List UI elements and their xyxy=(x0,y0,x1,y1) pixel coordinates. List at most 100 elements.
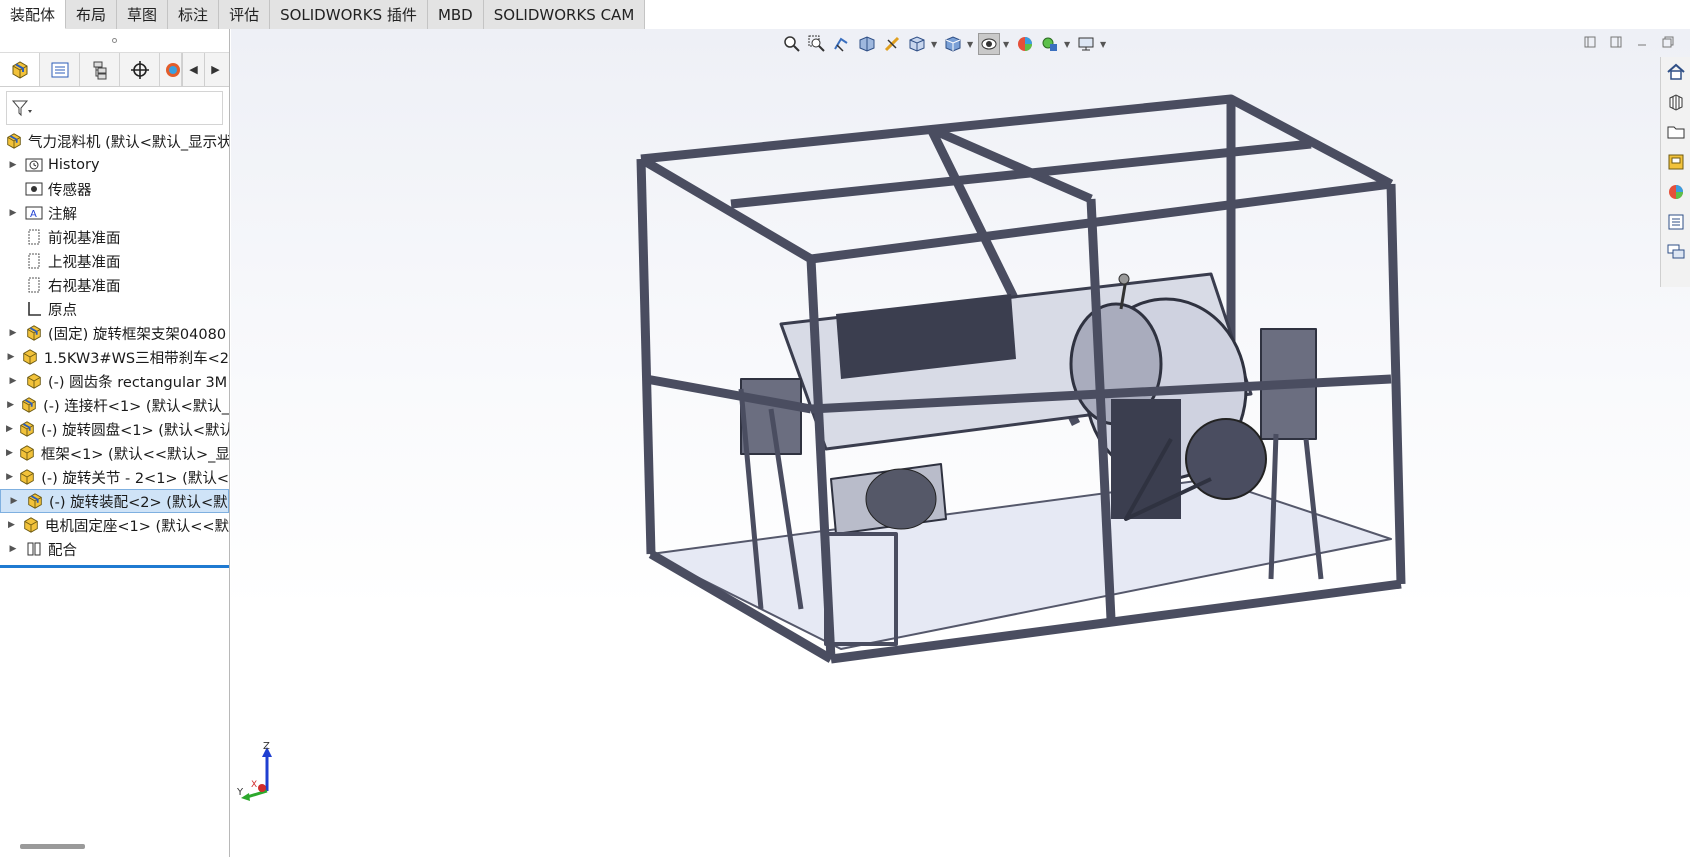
tree-item[interactable]: ▶ (-) 连接杆<1> (默认<默认_ xyxy=(0,393,229,417)
custom-properties-icon[interactable] xyxy=(1661,207,1690,237)
panel-horizontal-scrollbar[interactable] xyxy=(20,844,85,849)
tab-cam[interactable]: SOLIDWORKS CAM xyxy=(483,0,646,29)
hide-show-dropdown-icon[interactable]: ▼ xyxy=(1003,40,1011,49)
hide-show-items-icon[interactable] xyxy=(978,33,1000,55)
tile-left-icon[interactable] xyxy=(1582,34,1598,50)
display-manager-tab-icon[interactable] xyxy=(160,53,182,86)
feature-manager-tab-icon[interactable] xyxy=(0,53,40,86)
tree-item-label: 配合 xyxy=(48,542,77,559)
tree-item[interactable]: ▶ (-) 旋转关节 - 2<1> (默认< xyxy=(0,465,229,489)
tabs-scroll-left-icon[interactable]: ◀ xyxy=(182,53,204,86)
tree-item[interactable]: ▶ (固定) 旋转框架支架04080 xyxy=(0,321,229,345)
tree-item-label: 框架<1> (默认<<默认>_显 xyxy=(40,446,229,463)
expand-arrow-icon[interactable]: ▶ xyxy=(6,448,13,458)
tab-assembly[interactable]: 装配体 xyxy=(0,0,67,29)
tree-item[interactable]: ▶ (-) 旋转圆盘<1> (默认<默认 xyxy=(0,417,229,441)
feature-manager-panel: ◀ ▶ 气力混料机 (默认<默认_显示状 ▶ History 传感器 ▶ A 注解 前视基准… xyxy=(0,29,230,857)
tree-item-label: 上视基准面 xyxy=(48,254,121,271)
expand-arrow-icon[interactable]: ▶ xyxy=(6,208,20,218)
tree-item[interactable]: 传感器 xyxy=(0,177,229,201)
history-icon xyxy=(24,156,44,174)
triad-x-label: X xyxy=(251,780,257,790)
tree-item-label: (-) 圆齿条 rectangular 3M xyxy=(48,374,228,391)
tree-item[interactable]: 右视基准面 xyxy=(0,273,229,297)
display-style-icon[interactable] xyxy=(942,33,964,55)
expand-arrow-icon[interactable]: ▶ xyxy=(6,328,20,338)
expand-arrow-icon[interactable]: ▶ xyxy=(6,544,20,554)
expand-arrow-icon[interactable]: ▶ xyxy=(6,160,20,170)
apply-scene-icon[interactable] xyxy=(1039,33,1061,55)
filter-field[interactable] xyxy=(6,91,223,125)
section-view-icon[interactable] xyxy=(856,33,878,55)
display-style-dropdown-icon[interactable]: ▼ xyxy=(967,40,975,49)
expand-arrow-icon[interactable]: ▶ xyxy=(7,496,21,506)
graphics-area[interactable]: ▼ ▼ ▼ ▼ ▼ Z Y X xyxy=(231,29,1690,857)
view-orientation-dropdown-icon[interactable]: ▼ xyxy=(931,40,939,49)
assembly-icon xyxy=(24,324,44,342)
minimize-icon[interactable] xyxy=(1634,34,1650,50)
tree-rollback-bar[interactable] xyxy=(0,565,229,568)
tree-item[interactable]: ▶ 电机固定座<1> (默认<<默 xyxy=(0,513,229,537)
appearances-icon[interactable] xyxy=(1661,177,1690,207)
home-icon[interactable] xyxy=(1661,57,1690,87)
expand-arrow-icon[interactable]: ▶ xyxy=(6,352,16,362)
tile-right-icon[interactable] xyxy=(1608,34,1624,50)
tree-item[interactable]: ▶ 配合 xyxy=(0,537,229,561)
tabs-scroll-right-icon[interactable]: ▶ xyxy=(204,53,226,86)
svg-text:A: A xyxy=(30,209,37,220)
tab-evaluate[interactable]: 评估 xyxy=(219,0,271,29)
configuration-manager-tab-icon[interactable] xyxy=(80,53,120,86)
previous-view-icon[interactable] xyxy=(831,33,853,55)
tree-item[interactable]: ▶ A 注解 xyxy=(0,201,229,225)
expand-arrow-icon[interactable]: ▶ xyxy=(6,400,15,410)
design-library-icon[interactable] xyxy=(1661,87,1690,117)
restore-icon[interactable] xyxy=(1660,34,1676,50)
view-orientation-icon[interactable] xyxy=(906,33,928,55)
assembly-icon xyxy=(19,396,39,414)
panel-grip[interactable] xyxy=(0,29,229,53)
edit-appearance-icon[interactable] xyxy=(1014,33,1036,55)
tab-sketch[interactable]: 草图 xyxy=(117,0,169,29)
view-palette-icon[interactable] xyxy=(1661,147,1690,177)
zoom-to-fit-icon[interactable] xyxy=(781,33,803,55)
part-icon xyxy=(17,468,37,486)
scene-dropdown-icon[interactable]: ▼ xyxy=(1064,40,1072,49)
feature-tree: 气力混料机 (默认<默认_显示状 ▶ History 传感器 ▶ A 注解 前视基准面 上视基… xyxy=(0,129,229,568)
tab-addins[interactable]: SOLIDWORKS 插件 xyxy=(270,0,428,29)
expand-arrow-icon[interactable]: ▶ xyxy=(6,520,17,530)
expand-arrow-icon[interactable]: ▶ xyxy=(6,472,13,482)
tree-item[interactable]: ▶ 框架<1> (默认<<默认>_显 xyxy=(0,441,229,465)
mates-icon xyxy=(24,540,44,558)
assembly-icon xyxy=(4,132,24,150)
dimxpert-tab-icon[interactable] xyxy=(120,53,160,86)
expand-arrow-icon[interactable]: ▶ xyxy=(6,376,20,386)
tree-item[interactable]: ▶ History xyxy=(0,153,229,177)
tree-root[interactable]: 气力混料机 (默认<默认_显示状 xyxy=(0,129,229,153)
triad-y-label: Y xyxy=(237,787,244,798)
tab-mbd[interactable]: MBD xyxy=(427,0,484,29)
zoom-to-area-icon[interactable] xyxy=(806,33,828,55)
tree-item[interactable]: 原点 xyxy=(0,297,229,321)
file-explorer-icon[interactable] xyxy=(1661,117,1690,147)
tab-layout[interactable]: 布局 xyxy=(66,0,118,29)
tree-item[interactable]: ▶ (-) 旋转装配<2> (默认<默 xyxy=(0,489,229,513)
tree-item[interactable]: 前视基准面 xyxy=(0,225,229,249)
dynamic-annotation-icon[interactable] xyxy=(881,33,903,55)
view-settings-dropdown-icon[interactable]: ▼ xyxy=(1100,40,1108,49)
assembly-model[interactable] xyxy=(571,89,1471,709)
tab-markup[interactable]: 标注 xyxy=(168,0,220,29)
view-settings-icon[interactable] xyxy=(1075,33,1097,55)
tree-item[interactable]: ▶ (-) 圆齿条 rectangular 3M xyxy=(0,369,229,393)
expand-arrow-icon[interactable]: ▶ xyxy=(6,424,13,434)
tree-item[interactable]: 上视基准面 xyxy=(0,249,229,273)
command-manager-tabs: 装配体 布局 草图 标注 评估 SOLIDWORKS 插件 MBD SOLIDW… xyxy=(0,0,646,29)
part-icon xyxy=(24,372,44,390)
assembly-icon xyxy=(17,420,37,438)
tree-item-label: 前视基准面 xyxy=(48,230,121,247)
tree-item-label: (固定) 旋转框架支架04080 xyxy=(48,326,227,343)
forum-icon[interactable] xyxy=(1661,237,1690,267)
property-manager-tab-icon[interactable] xyxy=(40,53,80,86)
assembly-icon xyxy=(25,492,45,510)
annotation-icon: A xyxy=(24,204,44,222)
tree-item[interactable]: ▶ 1.5KW3#WS三相带刹车<2 xyxy=(0,345,229,369)
